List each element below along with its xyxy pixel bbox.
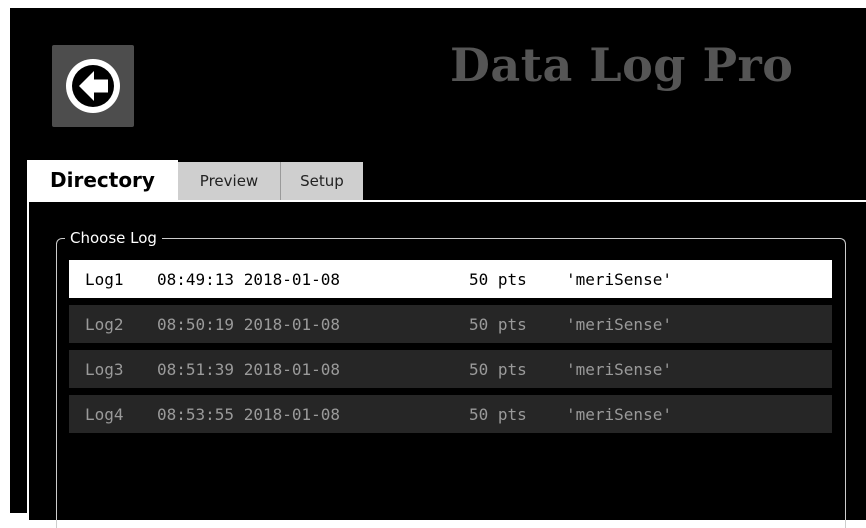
log-row-2[interactable]: Log2 08:50:19 2018-01-08 50 pts 'meriSen… (69, 305, 832, 343)
log-row-4[interactable]: Log4 08:53:55 2018-01-08 50 pts 'meriSen… (69, 395, 832, 433)
log-timestamp: 08:49:13 2018-01-08 (157, 269, 341, 289)
tab-bar: Directory Preview Setup (27, 160, 363, 200)
log-points: 50 pts (469, 314, 527, 334)
log-list[interactable]: Log1 08:49:13 2018-01-08 50 pts 'meriSen… (69, 260, 832, 440)
log-source: 'meriSense' (566, 269, 672, 289)
log-points: 50 pts (469, 269, 527, 289)
tab-preview[interactable]: Preview (178, 162, 281, 200)
log-source: 'meriSense' (566, 359, 672, 379)
log-timestamp: 08:50:19 2018-01-08 (157, 314, 341, 334)
back-button[interactable] (52, 45, 134, 127)
arrow-left-circle-icon (63, 56, 123, 116)
log-timestamp: 08:53:55 2018-01-08 (157, 404, 341, 424)
log-name: Log4 (85, 404, 124, 424)
tab-directory[interactable]: Directory (27, 160, 178, 200)
directory-panel: Choose Log Log1 08:49:13 2018-01-08 50 p… (27, 200, 866, 528)
log-row-3[interactable]: Log3 08:51:39 2018-01-08 50 pts 'meriSen… (69, 350, 832, 388)
app-window: Data Log Pro Directory Preview Setup Cho… (10, 8, 866, 528)
log-name: Log2 (85, 314, 124, 334)
log-timestamp: 08:51:39 2018-01-08 (157, 359, 341, 379)
app-title: Data Log Pro (450, 38, 794, 92)
tab-setup[interactable]: Setup (281, 162, 363, 200)
log-points: 50 pts (469, 359, 527, 379)
log-source: 'meriSense' (566, 314, 672, 334)
log-points: 50 pts (469, 404, 527, 424)
log-name: Log3 (85, 359, 124, 379)
log-row-1[interactable]: Log1 08:49:13 2018-01-08 50 pts 'meriSen… (69, 260, 832, 298)
log-name: Log1 (85, 269, 124, 289)
group-label: Choose Log (65, 228, 162, 248)
log-source: 'meriSense' (566, 404, 672, 424)
choose-log-group: Choose Log Log1 08:49:13 2018-01-08 50 p… (56, 228, 846, 528)
